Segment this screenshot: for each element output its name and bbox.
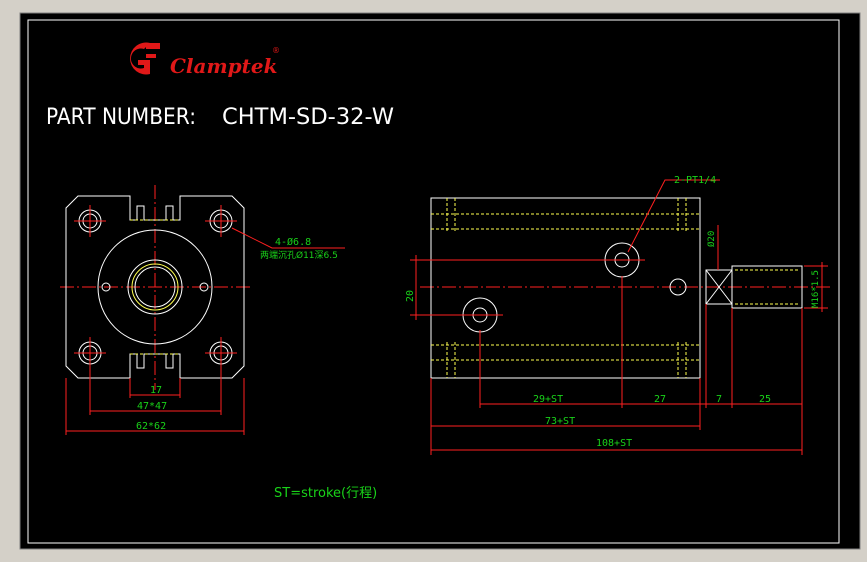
dim-total-length: 108+ST bbox=[596, 438, 632, 449]
dim-rod-diameter: Ø20 bbox=[706, 231, 717, 247]
cad-drawing: Clamptek ® PART NUMBER: CHTM-SD-32-W 4-Ø… bbox=[19, 12, 861, 550]
dim-25: 25 bbox=[759, 394, 771, 405]
dim-7: 7 bbox=[716, 394, 722, 405]
registered-mark: ® bbox=[272, 46, 280, 55]
drawing-sheet bbox=[19, 12, 861, 550]
brand-name: Clamptek bbox=[170, 54, 277, 78]
hole-callout-line1: 4-Ø6.8 bbox=[275, 236, 311, 248]
dim-hole-pitch: 47*47 bbox=[137, 401, 167, 412]
dim-slot: 17 bbox=[150, 385, 162, 396]
stroke-note: ST=stroke(行程) bbox=[274, 486, 377, 501]
dim-body-length: 73+ST bbox=[545, 416, 575, 427]
dim-thread: M16*1.5 bbox=[811, 270, 821, 308]
dim-stroke-a: 29+ST bbox=[533, 394, 563, 405]
part-number-value: CHTM-SD-32-W bbox=[222, 105, 394, 130]
port-callout: 2-PT1/4 bbox=[674, 175, 716, 186]
dim-body-size: 62*62 bbox=[136, 421, 166, 432]
part-number-label: PART NUMBER: bbox=[46, 105, 196, 130]
hole-callout-line2: 两端沉孔Ø11深6.5 bbox=[260, 249, 338, 261]
dim-port-offset: 20 bbox=[405, 290, 416, 302]
dim-27: 27 bbox=[654, 394, 666, 405]
